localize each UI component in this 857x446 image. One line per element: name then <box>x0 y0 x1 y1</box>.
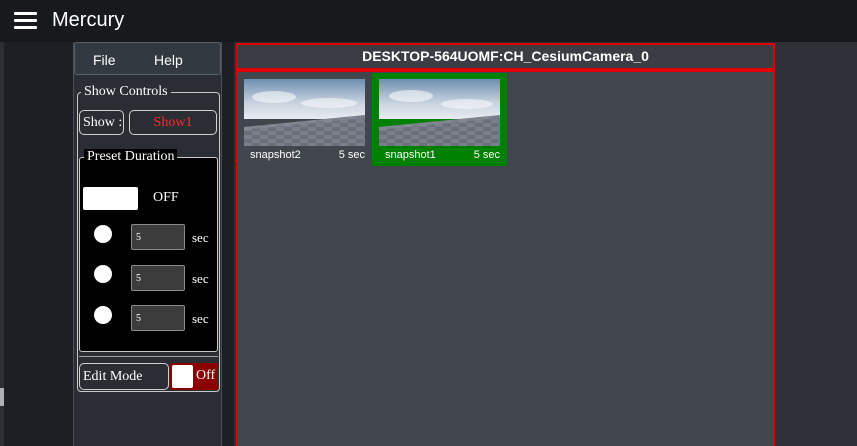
show-controls-group: Show Controls Show : Show1 Preset Durati… <box>77 84 220 392</box>
preset-unit-3: sec <box>192 311 209 326</box>
preset-duration-legend: Preset Duration <box>84 149 178 165</box>
edit-mode-toggle[interactable]: Off <box>170 363 218 390</box>
snapshot-duration: 5 sec <box>473 149 500 161</box>
snapshot-card-snapshot2[interactable]: snapshot2 5 sec <box>237 73 372 166</box>
show-controls-legend: Show Controls <box>81 84 171 100</box>
app-title: Mercury <box>52 9 125 31</box>
snapshot-thumbnail <box>379 79 500 146</box>
edit-mode-toggle-knob <box>172 365 193 388</box>
side-panel: File Help Show Controls Show : Show1 Pre… <box>73 42 222 446</box>
camera-title: DESKTOP-564UOMF:CH_CesiumCamera_0 <box>236 43 775 70</box>
edit-mode-state: Off <box>196 368 216 383</box>
preset-duration-state: OFF <box>153 190 179 205</box>
preset-radio-1[interactable] <box>94 225 112 243</box>
snapshot-duration: 5 sec <box>338 149 365 161</box>
preset-unit-1: sec <box>192 230 209 245</box>
preset-duration-toggle[interactable] <box>83 187 138 210</box>
show-label: Show : <box>79 110 124 135</box>
app-header: Mercury <box>0 0 857 42</box>
preset-unit-2: sec <box>192 271 209 286</box>
divider <box>79 356 218 357</box>
hamburger-menu-icon[interactable] <box>14 12 37 30</box>
snapshot-thumbnail <box>244 79 365 146</box>
snapshot-name: snapshot1 <box>385 149 436 161</box>
snapshot-name: snapshot2 <box>250 149 301 161</box>
preset-duration-input-2[interactable] <box>131 265 185 291</box>
preset-radio-2[interactable] <box>94 265 112 283</box>
left-edge-bar <box>0 42 4 446</box>
left-edge-handle[interactable] <box>0 388 4 406</box>
menu-file[interactable]: File <box>93 52 116 68</box>
edit-mode-label: Edit Mode <box>79 363 169 390</box>
snapshot-card-snapshot1[interactable]: snapshot1 5 sec <box>372 73 507 166</box>
preset-radio-3[interactable] <box>94 306 112 324</box>
show-select[interactable]: Show1 <box>129 110 217 135</box>
preset-duration-input-3[interactable] <box>131 305 185 331</box>
menu-bar: File Help <box>74 42 221 75</box>
preset-duration-group: Preset Duration OFF sec sec sec <box>79 149 218 352</box>
preset-duration-input-1[interactable] <box>131 224 185 250</box>
menu-help[interactable]: Help <box>154 52 183 68</box>
